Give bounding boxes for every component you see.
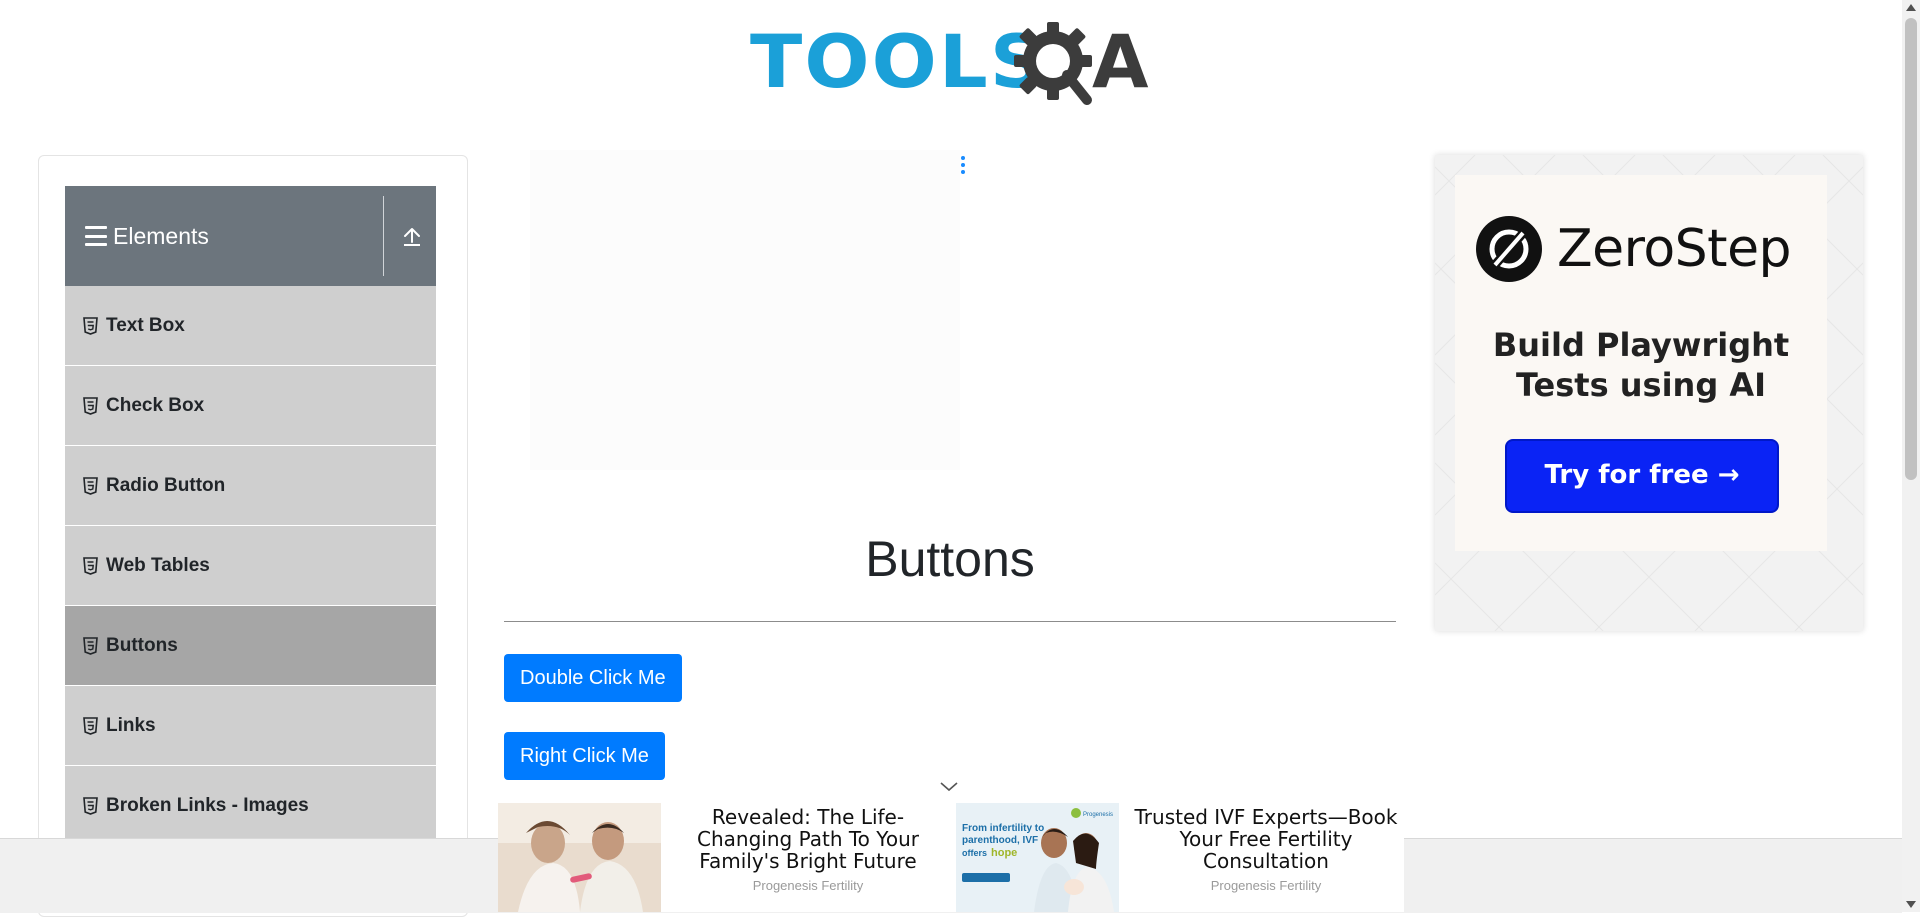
bottom-ad-card[interactable]: From infertility to parenthood, IVF offe… bbox=[956, 803, 1409, 912]
ad-thumbnail-couple-image bbox=[498, 803, 661, 912]
sidebar-item-label: Web Tables bbox=[106, 554, 210, 576]
scrollbar-thumb[interactable] bbox=[1905, 18, 1917, 480]
bottom-ad-container: Revealed: The Life-Changing Path To Your… bbox=[498, 803, 1404, 912]
sidebar-item-label: Links bbox=[106, 714, 156, 736]
sidebar-item-label: Text Box bbox=[106, 314, 185, 336]
ad-headline[interactable]: Revealed: The Life-Changing Path To Your… bbox=[673, 806, 943, 872]
scroll-up-arrow-icon[interactable] bbox=[1906, 4, 1916, 11]
html5-icon bbox=[83, 556, 98, 575]
ad-source: Progenesis Fertility bbox=[1210, 878, 1322, 893]
right-click-button[interactable]: Right Click Me bbox=[504, 732, 665, 780]
chevron-down-icon[interactable] bbox=[938, 780, 960, 794]
logo-text-a: A bbox=[1092, 20, 1149, 105]
page-title: Buttons bbox=[865, 531, 1035, 587]
ad-options-icon[interactable] bbox=[960, 156, 966, 174]
sidebar-item-label: Broken Links - Images bbox=[106, 794, 309, 816]
group-title: Elements bbox=[113, 222, 209, 249]
title-divider bbox=[504, 621, 1396, 622]
scroll-down-arrow-icon[interactable] bbox=[1906, 901, 1916, 908]
html5-icon bbox=[83, 396, 98, 415]
hamburger-icon bbox=[85, 226, 107, 246]
elements-group-header[interactable]: Elements bbox=[65, 186, 436, 286]
zerostep-tagline: Build Playwright Tests using AI bbox=[1492, 326, 1790, 404]
sidebar-item-text-box[interactable]: Text Box bbox=[65, 286, 436, 365]
ad-image-line-2: parenthood, IVF bbox=[962, 835, 1038, 846]
sidebar-item-links[interactable]: Links bbox=[65, 686, 436, 765]
site-header: TOOLS A bbox=[0, 0, 1902, 125]
ad-source: Progenesis Fertility bbox=[752, 878, 864, 893]
ad-thumbnail-family-image: From infertility to parenthood, IVF offe… bbox=[956, 803, 1119, 912]
ad-headline[interactable]: Trusted IVF Experts—Book Your Free Ferti… bbox=[1131, 806, 1401, 872]
page-scrollbar[interactable] bbox=[1902, 0, 1920, 912]
zerostep-brand-name: ZeroStep bbox=[1557, 219, 1792, 279]
zerostep-brand: ZeroStep bbox=[1475, 215, 1792, 283]
sidebar-item-web-tables[interactable]: Web Tables bbox=[65, 526, 436, 605]
html5-icon bbox=[83, 796, 98, 815]
ad-image-logo: Progenesis bbox=[1083, 812, 1113, 818]
ad-image-line-1: From infertility to bbox=[962, 823, 1044, 834]
sidebar-item-check-box[interactable]: Check Box bbox=[65, 366, 436, 445]
sidebar-item-label: Radio Button bbox=[106, 474, 226, 496]
ad-image-line-3: offers bbox=[962, 848, 987, 858]
zerostep-logo-icon bbox=[1476, 216, 1542, 282]
try-for-free-button[interactable]: Try for free → bbox=[1505, 439, 1779, 513]
zerostep-ad[interactable]: ZeroStep Build Playwright Tests using AI… bbox=[1435, 155, 1863, 631]
html5-icon bbox=[83, 316, 98, 335]
sidebar-item-label: Check Box bbox=[106, 394, 205, 416]
toolsqa-logo[interactable]: TOOLS A bbox=[750, 18, 1155, 113]
logo-text-tools: TOOLS bbox=[750, 20, 1048, 105]
sidebar-item-label: Buttons bbox=[106, 634, 178, 656]
header-divider bbox=[383, 196, 384, 276]
sidebar-item-radio-button[interactable]: Radio Button bbox=[65, 446, 436, 525]
left-panel: Elements Text Box Check Box Radio Button… bbox=[38, 155, 468, 917]
upload-icon[interactable] bbox=[401, 226, 423, 248]
ad-image-highlight: hope bbox=[991, 847, 1017, 859]
html5-icon bbox=[83, 716, 98, 735]
zerostep-ad-card: ZeroStep Build Playwright Tests using AI… bbox=[1455, 175, 1827, 551]
html5-icon bbox=[83, 636, 98, 655]
elements-menu-list: Text Box Check Box Radio Button Web Tabl… bbox=[65, 286, 436, 846]
html5-icon bbox=[83, 476, 98, 495]
sidebar-item-broken-links-images[interactable]: Broken Links - Images bbox=[65, 766, 436, 845]
sidebar-item-buttons[interactable]: Buttons bbox=[65, 606, 436, 685]
double-click-button[interactable]: Double Click Me bbox=[504, 654, 682, 702]
bottom-ad-card[interactable]: Revealed: The Life-Changing Path To Your… bbox=[498, 803, 951, 912]
top-ad-slot bbox=[530, 150, 960, 470]
